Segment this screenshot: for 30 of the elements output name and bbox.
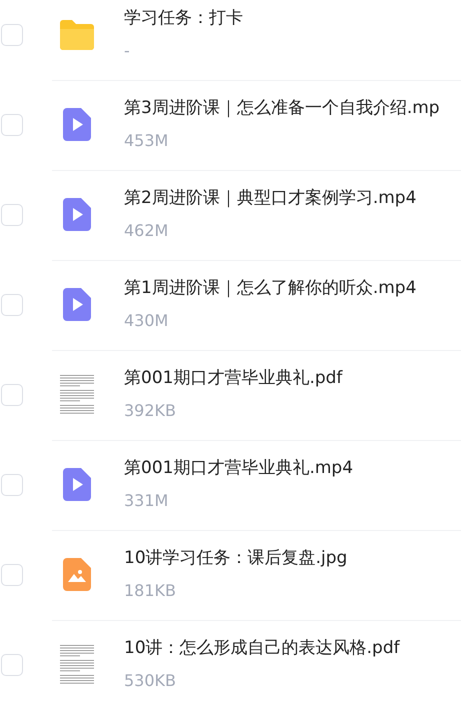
file-size: 430M: [124, 311, 170, 331]
file-name[interactable]: 10讲：怎么形成自己的表达风格.pdf: [124, 638, 400, 659]
file-size: 462M: [124, 221, 170, 241]
file-name[interactable]: 第001期口才营毕业典礼.pdf: [124, 368, 342, 389]
file-name[interactable]: 学习任务：打卡: [124, 8, 243, 29]
file-size: 453M: [124, 131, 170, 151]
checkbox[interactable]: [1, 564, 23, 586]
checkbox[interactable]: [1, 654, 23, 676]
file-name[interactable]: 第001期口才营毕业典礼.mp4: [124, 458, 354, 479]
file-size: 392KB: [124, 401, 178, 421]
video-file-icon: [63, 288, 91, 321]
file-size: 181KB: [124, 581, 178, 601]
checkbox[interactable]: [1, 204, 23, 226]
checkbox[interactable]: [1, 294, 23, 316]
video-file-icon: [63, 198, 91, 231]
checkbox[interactable]: [1, 384, 23, 406]
video-file-icon: [63, 468, 91, 501]
file-name[interactable]: 第2周进阶课｜典型口才案例学习.mp4: [124, 188, 416, 209]
file-size: -: [124, 41, 131, 61]
checkbox[interactable]: [1, 24, 23, 46]
image-file-icon: [63, 558, 91, 591]
file-name[interactable]: 第3周进阶课｜怎么准备一个自我介绍.mp: [124, 98, 440, 119]
file-size: 530KB: [124, 671, 178, 691]
video-file-icon: [63, 108, 91, 141]
file-name[interactable]: 10讲学习任务：课后复盘.jpg: [124, 548, 348, 569]
file-name[interactable]: 第1周进阶课｜怎么了解你的听众.mp4: [124, 278, 416, 299]
file-size: 331M: [124, 491, 170, 511]
checkbox[interactable]: [1, 474, 23, 496]
checkbox[interactable]: [1, 114, 23, 136]
folder-icon: [58, 18, 96, 50]
